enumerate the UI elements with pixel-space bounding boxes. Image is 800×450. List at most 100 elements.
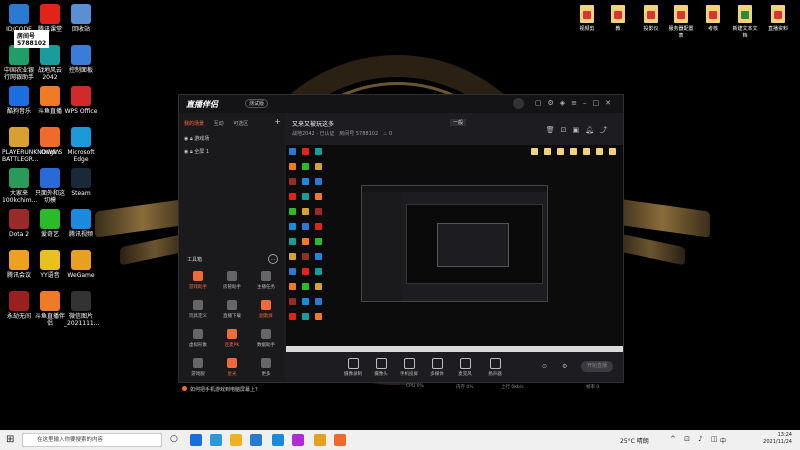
lock-icon[interactable]: 🔒︎	[190, 136, 193, 142]
toolbox-item[interactable]: 玩具定义	[183, 300, 213, 319]
menu-icon[interactable]: ≡	[571, 99, 583, 107]
game-category[interactable]: 战地2042 · 已认证	[292, 131, 335, 137]
taskview-icon[interactable]: ○	[170, 434, 178, 444]
desktop-icon[interactable]: PLAYERUNKNOWN'S BATTLEGR...	[2, 127, 62, 163]
control-button[interactable]: 多媒体	[422, 358, 452, 377]
toolbox-item[interactable]: 副歌屏	[251, 300, 281, 319]
control-button[interactable]: 麦克风	[450, 358, 480, 377]
desktop-file[interactable]: 考核	[699, 5, 727, 32]
scene-item[interactable]: ◉ 🔒︎ 全屏 1	[184, 148, 209, 155]
desktop-icon[interactable]: 酷狗音乐	[2, 86, 36, 115]
desktop-icon[interactable]: Dota 2	[2, 209, 36, 238]
user-avatar[interactable]	[513, 98, 524, 109]
tab-interact[interactable]: 互动	[214, 121, 224, 127]
desktop-icon[interactable]: WPS Office	[64, 86, 98, 115]
desktop-icon[interactable]: 斗鱼直播伴侣	[33, 291, 67, 327]
taskbar-search-input[interactable]: 在这里输入你要搜索的内容	[22, 433, 162, 447]
desktop-icon[interactable]: ID/CODE	[2, 4, 36, 33]
desktop-icon[interactable]: 腾讯课堂	[33, 4, 67, 33]
delete-icon[interactable]: 🗑︎	[546, 126, 561, 134]
ime-indicator[interactable]: 中	[720, 436, 726, 445]
taskbar-app-icon[interactable]	[250, 434, 262, 446]
toolbox-item[interactable]: 房管助手	[217, 271, 247, 290]
windows-start-icon[interactable]: ⊞	[6, 435, 16, 445]
desktop-file[interactable]: 投影仪	[637, 5, 665, 32]
toolbox-more-icon[interactable]: …	[268, 254, 278, 264]
scene-item[interactable]: ◉ 🔒︎ 游戏场	[184, 135, 209, 142]
lock-icon[interactable]: 🔒︎	[190, 149, 193, 155]
app-icon	[71, 250, 91, 270]
toolbox-item[interactable]: 主播任务	[251, 271, 281, 290]
desktop-icon[interactable]: 只面外和这切模	[33, 168, 67, 204]
toolbox-item[interactable]: 星光	[217, 358, 247, 377]
tray-icons[interactable]: ^ ⊡ ♪ ◫	[670, 435, 721, 443]
taskbar-app-icon[interactable]	[230, 434, 242, 446]
toolbox-item[interactable]: 直播下载	[217, 300, 247, 319]
start-live-button[interactable]: 开始直播	[581, 361, 613, 372]
toolbox-item[interactable]: 更多	[251, 358, 281, 377]
skin-icon[interactable]: ◈	[560, 99, 571, 107]
taskbar-app-icon[interactable]	[292, 434, 304, 446]
control-button[interactable]: 手机投屏	[394, 358, 424, 377]
taskbar-app-icon[interactable]	[190, 434, 202, 446]
taskbar-app-icon[interactable]	[272, 434, 284, 446]
desktop-icon[interactable]: 战地风云2042	[33, 45, 67, 81]
desktop-icon[interactable]: 斗鱼直播	[33, 86, 67, 115]
tab-optional[interactable]: 可选区	[233, 121, 248, 127]
desktop-icon[interactable]: 中国农业银行网银助手	[2, 45, 36, 81]
weather-widget[interactable]: 25°C 晴朗	[620, 436, 649, 445]
add-scene-icon[interactable]: +	[274, 117, 281, 126]
desktop-icon[interactable]: 腾讯视频	[64, 209, 98, 238]
version-badge[interactable]: 测试版	[245, 99, 269, 108]
taskbar-app-icon[interactable]	[314, 434, 326, 446]
desktop-icon[interactable]: 爱奇艺	[33, 209, 67, 238]
toolbox-item[interactable]: 游戏助手	[183, 271, 213, 290]
layout-icon[interactable]: ▣	[572, 126, 585, 134]
help-tip[interactable]: 如何把手机游戏到电脑屏幕上?	[182, 386, 258, 393]
desktop-file[interactable]: 服务器配置表	[667, 5, 695, 39]
desktop-icon[interactable]: Origin	[33, 127, 67, 156]
toolbox-item[interactable]: 连麦PK	[217, 329, 247, 348]
desktop-icon[interactable]: WeGame	[64, 250, 98, 279]
bell-icon[interactable]: 🔔︎	[585, 126, 600, 134]
live-preview[interactable]	[286, 145, 623, 352]
eye-icon[interactable]: ◉	[184, 149, 188, 155]
share-icon[interactable]: ⤴	[600, 126, 613, 134]
preview-app-icon	[289, 238, 296, 245]
desktop-icon[interactable]: 腾讯会议	[2, 250, 36, 279]
control-label: 多媒体	[430, 372, 444, 377]
settings-icon[interactable]: ⚙	[547, 99, 559, 107]
toolbox-item[interactable]: 游戏服	[183, 358, 213, 377]
control-button[interactable]: 摄像头	[366, 358, 396, 377]
toolbox-item[interactable]: 虚拟形象	[183, 329, 213, 348]
message-icon[interactable]: ▢	[535, 99, 548, 107]
desktop-icon-label: Origin	[40, 149, 60, 156]
maximize-icon[interactable]: □	[593, 99, 606, 107]
eye-icon[interactable]: ◉	[184, 136, 188, 142]
desktop-file[interactable]: 直播资料	[764, 5, 792, 32]
close-icon[interactable]: ✕	[605, 99, 617, 107]
minimize-icon[interactable]: –	[583, 99, 593, 107]
clock[interactable]: 13:24 2021/11/24	[763, 432, 792, 446]
tab-my-scenes[interactable]: 我的场景	[184, 121, 204, 127]
desktop-file[interactable]: 新建文本文档	[731, 5, 759, 39]
desktop-icon[interactable]: 微信图片_2021111...	[64, 291, 99, 327]
control-button[interactable]: 扬声器	[480, 358, 510, 377]
volume-slider-icon[interactable]: ⊙	[542, 363, 547, 370]
desktop-icon[interactable]: 控制面板	[64, 45, 98, 74]
desktop-file[interactable]: 视频剪	[573, 5, 601, 32]
taskbar-app-icon[interactable]	[210, 434, 222, 446]
taskbar-app-icon[interactable]	[334, 434, 346, 446]
settings-gear-icon[interactable]: ⚙	[562, 363, 567, 370]
desktop-icon[interactable]: 回收站	[64, 4, 98, 33]
stream-title[interactable]: 又来又被玩这多	[292, 119, 334, 128]
desktop-icon[interactable]: YY语音	[33, 250, 67, 279]
desktop-icon[interactable]: 大家来100kchim...	[2, 168, 37, 204]
desktop-file[interactable]: 教	[604, 5, 632, 32]
desktop-icon[interactable]: 永劫无间	[2, 291, 36, 320]
control-button[interactable]: 摄像录制	[338, 358, 368, 377]
toolbox-item[interactable]: 数据助手	[251, 329, 281, 348]
desktop-icon[interactable]: Steam	[64, 168, 98, 197]
lock-scene-icon[interactable]: ⊡	[561, 126, 573, 134]
desktop-icon[interactable]: Microsoft Edge	[64, 127, 98, 163]
